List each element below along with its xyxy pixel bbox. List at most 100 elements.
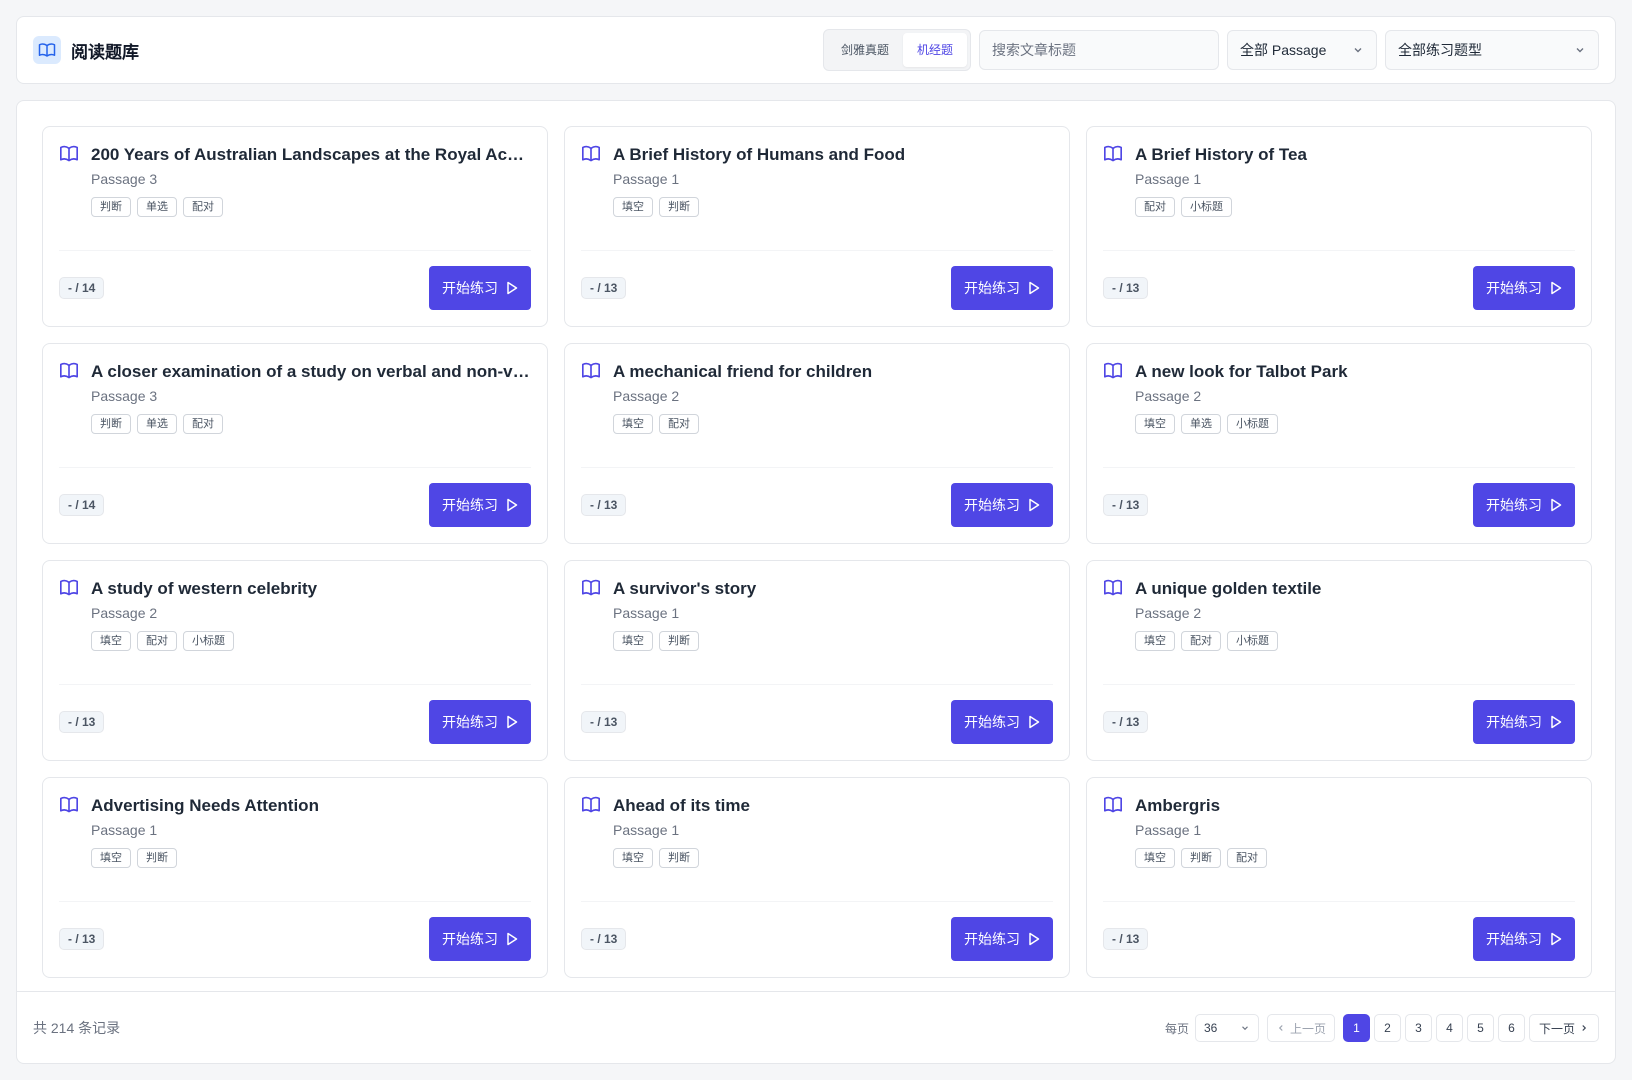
question-type-tag: 填空 — [91, 848, 131, 868]
divider — [581, 684, 1053, 685]
book-open-icon — [59, 143, 81, 217]
start-practice-button[interactable]: 开始练习 — [951, 483, 1053, 527]
passage-card: A study of western celebrity Passage 2 填… — [42, 560, 548, 761]
passage-number: Passage 1 — [91, 822, 158, 838]
passage-card: A unique golden textile Passage 2 填空 配对 小标… — [1086, 560, 1592, 761]
passage-title[interactable]: Advertising Needs Attention — [91, 794, 531, 818]
passage-filter-select[interactable]: 全部 Passage — [1227, 30, 1377, 70]
page-numbers: 123456 — [1339, 1014, 1525, 1042]
question-type-tag: 小标题 — [1227, 631, 1278, 651]
passage-number: Passage 2 — [1135, 605, 1202, 621]
divider — [59, 684, 531, 685]
passage-filter-value: 全部 Passage — [1240, 42, 1327, 58]
page-button-3[interactable]: 3 — [1405, 1014, 1432, 1042]
start-practice-button[interactable]: 开始练习 — [1473, 917, 1575, 961]
question-type-tag: 配对 — [1227, 848, 1267, 868]
type-filter-select[interactable]: 全部练习题型 — [1385, 30, 1599, 70]
passage-title[interactable]: A closer examination of a study on verba… — [91, 360, 531, 384]
start-practice-button[interactable]: 开始练习 — [429, 483, 531, 527]
start-practice-label: 开始练习 — [964, 714, 1020, 730]
start-practice-label: 开始练习 — [442, 280, 498, 296]
pager: 每页 36 上一页 123456 下一页 — [1165, 1014, 1599, 1042]
passage-title[interactable]: A unique golden textile — [1135, 577, 1575, 601]
divider — [1103, 901, 1575, 902]
passage-title[interactable]: A Brief History of Tea — [1135, 143, 1575, 167]
tag-list: 判断 单选 配对 — [91, 414, 531, 434]
total-count: 共 214 条记录 — [33, 1020, 121, 1036]
book-open-icon — [581, 794, 603, 868]
passage-title[interactable]: A mechanical friend for children — [613, 360, 1053, 384]
score-badge: - / 13 — [581, 928, 627, 950]
search-input[interactable] — [979, 30, 1219, 70]
score-badge: - / 13 — [1103, 928, 1149, 950]
play-icon — [1551, 281, 1562, 295]
score-badge: - / 13 — [581, 494, 627, 516]
question-type-tag: 小标题 — [1181, 197, 1232, 217]
start-practice-button[interactable]: 开始练习 — [429, 917, 531, 961]
play-icon — [507, 498, 518, 512]
page-button-2[interactable]: 2 — [1374, 1014, 1401, 1042]
question-type-tag: 单选 — [137, 197, 177, 217]
question-type-tag: 填空 — [613, 197, 653, 217]
tag-list: 填空 配对 小标题 — [91, 631, 531, 651]
score-badge: - / 13 — [1103, 277, 1149, 299]
question-type-tag: 单选 — [137, 414, 177, 434]
passage-title[interactable]: Ambergris — [1135, 794, 1575, 818]
pagination-bar: 共 214 条记录 每页 36 上一页 123456 下一页 — [17, 991, 1615, 1064]
page-button-6[interactable]: 6 — [1498, 1014, 1525, 1042]
tag-list: 填空 配对 小标题 — [1135, 631, 1575, 651]
tab-machine[interactable]: 机经题 — [902, 33, 967, 67]
start-practice-button[interactable]: 开始练习 — [1473, 266, 1575, 310]
question-type-tag: 判断 — [659, 848, 699, 868]
question-type-tag: 填空 — [613, 631, 653, 651]
passage-number: Passage 2 — [613, 388, 680, 404]
chevron-down-icon — [1576, 48, 1584, 53]
passage-card: 200 Years of Australian Landscapes at th… — [42, 126, 548, 327]
passage-title[interactable]: A study of western celebrity — [91, 577, 531, 601]
passage-title[interactable]: A Brief History of Humans and Food — [613, 143, 1053, 167]
start-practice-button[interactable]: 开始练习 — [951, 700, 1053, 744]
passage-number: Passage 1 — [1135, 822, 1202, 838]
book-open-icon — [59, 360, 81, 434]
per-page-select[interactable]: 36 — [1195, 1014, 1259, 1042]
start-practice-label: 开始练习 — [964, 497, 1020, 513]
page-button-1[interactable]: 1 — [1343, 1014, 1370, 1042]
start-practice-button[interactable]: 开始练习 — [429, 700, 531, 744]
start-practice-button[interactable]: 开始练习 — [1473, 700, 1575, 744]
tab-cambridge[interactable]: 剑雅真题 — [827, 33, 903, 67]
book-open-icon — [1103, 577, 1125, 651]
passage-card: A closer examination of a study on verba… — [42, 343, 548, 544]
play-icon — [507, 715, 518, 729]
question-type-tag: 配对 — [183, 197, 223, 217]
start-practice-button[interactable]: 开始练习 — [1473, 483, 1575, 527]
book-open-icon — [1103, 143, 1125, 217]
question-type-tag: 填空 — [613, 848, 653, 868]
next-page-label: 下一页 — [1538, 1021, 1575, 1036]
passage-title[interactable]: A new look for Talbot Park — [1135, 360, 1575, 384]
tag-list: 配对 小标题 — [1135, 197, 1575, 217]
type-filter-value: 全部练习题型 — [1398, 42, 1482, 58]
tag-list: 填空 配对 — [613, 414, 1053, 434]
book-open-icon — [1103, 360, 1125, 434]
page-button-5[interactable]: 5 — [1467, 1014, 1494, 1042]
score-badge: - / 13 — [59, 711, 105, 733]
passage-title[interactable]: 200 Years of Australian Landscapes at th… — [91, 143, 531, 167]
start-practice-button[interactable]: 开始练习 — [951, 266, 1053, 310]
question-type-tag: 配对 — [183, 414, 223, 434]
book-open-icon — [59, 577, 81, 651]
next-page-button[interactable]: 下一页 — [1529, 1014, 1599, 1042]
passage-title[interactable]: Ahead of its time — [613, 794, 1053, 818]
prev-page-button[interactable]: 上一页 — [1267, 1014, 1335, 1042]
start-practice-button[interactable]: 开始练习 — [951, 917, 1053, 961]
question-type-tag: 单选 — [1181, 414, 1221, 434]
passage-number: Passage 3 — [91, 388, 158, 404]
question-type-tag: 配对 — [1135, 197, 1175, 217]
question-type-tag: 填空 — [1135, 414, 1175, 434]
passage-title[interactable]: A survivor's story — [613, 577, 1053, 601]
question-type-tag: 填空 — [1135, 848, 1175, 868]
play-icon — [507, 281, 518, 295]
per-page-value: 36 — [1204, 1021, 1218, 1035]
start-practice-button[interactable]: 开始练习 — [429, 266, 531, 310]
question-type-tag: 配对 — [659, 414, 699, 434]
page-button-4[interactable]: 4 — [1436, 1014, 1463, 1042]
